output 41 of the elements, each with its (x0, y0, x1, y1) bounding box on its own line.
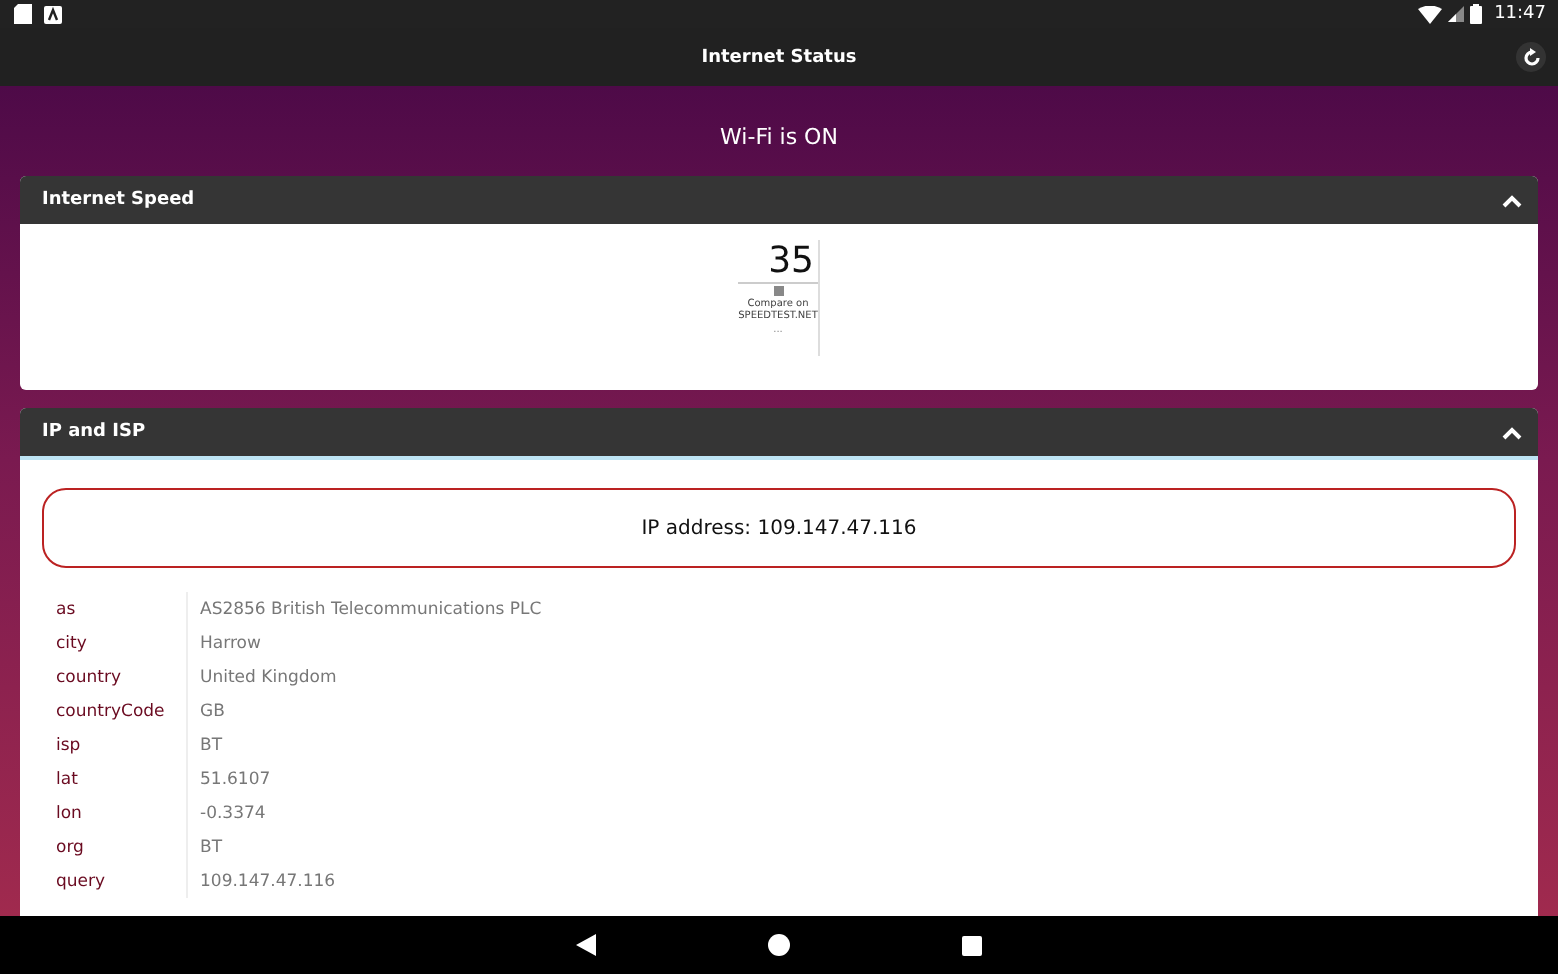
field-name: query (42, 864, 187, 898)
chevron-up-icon (1502, 193, 1522, 207)
app-title: Internet Status (701, 47, 857, 67)
field-name: org (42, 830, 187, 864)
field-name: country (42, 660, 187, 694)
panel-header[interactable]: Internet Speed (20, 176, 1538, 224)
recents-button[interactable] (958, 931, 986, 959)
recents-icon (962, 935, 982, 955)
back-button[interactable] (572, 930, 600, 960)
field-value: AS2856 British Telecommunications PLC (187, 592, 556, 626)
home-icon (768, 934, 790, 956)
refresh-icon (1521, 47, 1541, 67)
home-button[interactable] (764, 930, 794, 960)
back-icon (576, 934, 596, 956)
field-name: isp (42, 728, 187, 762)
field-name: countryCode (42, 694, 187, 728)
field-value: 109.147.47.116 (187, 864, 556, 898)
ip-address: IP address: 109.147.47.116 (42, 488, 1516, 568)
field-value: GB (187, 694, 556, 728)
speed-value: 35 (738, 240, 818, 284)
panel-header[interactable]: IP and ISP (20, 408, 1538, 456)
field-value: BT (187, 830, 556, 864)
chevron-up-icon (1502, 425, 1522, 439)
field-name: lat (42, 762, 187, 796)
field-name: lon (42, 796, 187, 830)
field-value: 51.6107 (187, 762, 556, 796)
field-value: United Kingdom (187, 660, 556, 694)
refresh-button[interactable] (1516, 42, 1546, 72)
field-value: Harrow (187, 626, 556, 660)
field-name: as (42, 592, 187, 626)
app-notification-icon (44, 5, 62, 23)
field-value: BT (187, 728, 556, 762)
battery-icon (1470, 4, 1483, 24)
speedtest-logo-icon (773, 286, 783, 296)
signal-icon (1448, 6, 1465, 22)
wifi-status: Wi-Fi is ON (718, 122, 840, 154)
clock-time: 11:47 (1494, 4, 1546, 24)
wifi-icon (1418, 5, 1443, 23)
sd-card-icon (14, 4, 32, 24)
field-value: -0.3374 (187, 796, 556, 830)
field-name: city (42, 626, 187, 660)
